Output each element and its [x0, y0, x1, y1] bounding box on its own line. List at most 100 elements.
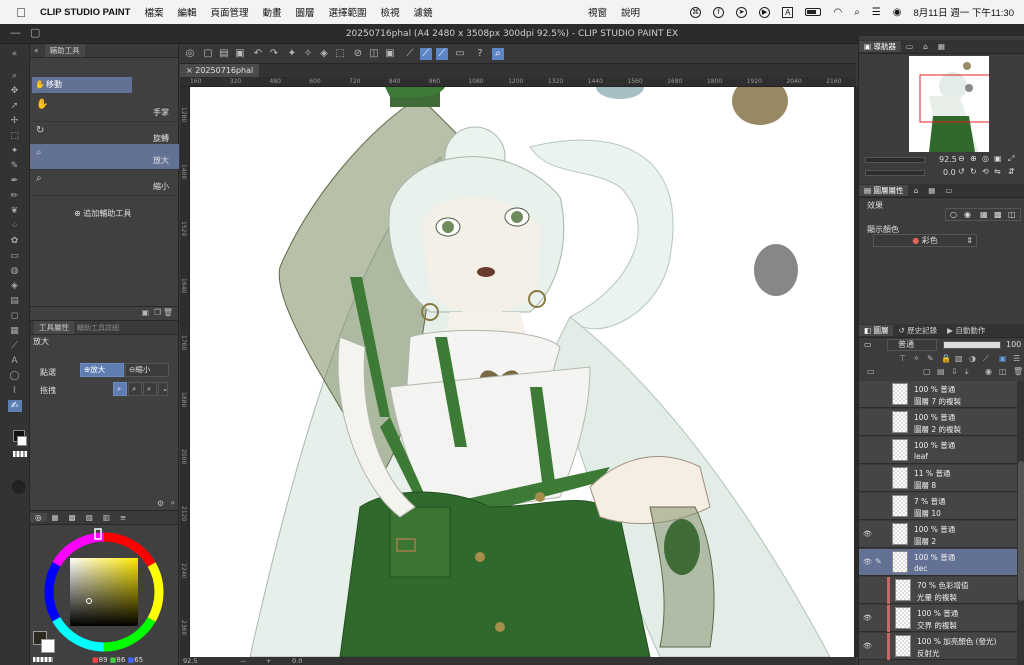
move-layer-tool-icon[interactable]: ✢ [8, 115, 22, 127]
layer-color-toggle-icon[interactable]: ▣ [999, 354, 1007, 363]
layer-row-selected[interactable]: 👁 ✎ 100 % 普通 dec [859, 549, 1017, 576]
collapse-icon[interactable]: « [34, 46, 39, 55]
menu-layer[interactable]: 圖層 [296, 5, 315, 19]
transparent-color-swatch[interactable] [13, 451, 27, 457]
tab-subtool-detail[interactable]: 輔助工具詳細 [77, 323, 119, 333]
active-tool-icon[interactable]: ✍ [7, 400, 22, 412]
navigator-angle-value[interactable]: 0.0 [943, 168, 956, 177]
tab-subtool[interactable]: 輔助工具 [44, 44, 85, 57]
status-angle[interactable]: 0.0 [292, 657, 302, 665]
deselect-icon[interactable]: ⊘ [352, 48, 364, 60]
color-wheel[interactable] [39, 527, 169, 657]
snap-ruler-icon[interactable]: ⟋ [404, 48, 416, 60]
history-color-tab-icon[interactable]: ▥ [98, 513, 115, 522]
auto-select-tool-icon[interactable]: ✦ [8, 145, 22, 157]
transfer-down-icon[interactable]: ⇩ [951, 367, 958, 376]
siri-icon[interactable]: ◉ [893, 7, 902, 18]
battery-icon[interactable] [805, 8, 822, 16]
opacity-slider[interactable] [943, 341, 1001, 349]
tab-history[interactable]: ↺ 歷史記錄 [893, 325, 942, 336]
rotate-slider[interactable] [865, 170, 925, 176]
save-icon[interactable]: ▣ [234, 48, 246, 60]
tool-property-zoom-icon[interactable]: ⌕ [171, 498, 175, 508]
visibility-eye-icon[interactable]: 👁 [863, 642, 872, 650]
subtool-group-move[interactable]: ✋ 移動 [32, 77, 132, 93]
figma-icon[interactable]: f [713, 6, 725, 18]
navigator-zoom-value[interactable]: 92.5 [939, 155, 957, 164]
new-raster-layer-icon[interactable]: ▭ [867, 367, 875, 376]
similar-color-tab-icon[interactable]: ▨ [81, 513, 98, 522]
layer-row[interactable]: 70 % 色彩增值 光暈 的複製 [859, 577, 1017, 604]
visibility-toggle[interactable] [863, 586, 871, 594]
ruler-show-icon[interactable]: ⟋ [983, 354, 989, 364]
snap-grid-icon[interactable]: ⟋ [436, 48, 448, 60]
tab-layer-property[interactable]: ▤ 圖層屬性 [859, 185, 909, 196]
color-set-tab-icon[interactable]: ▦ [47, 513, 64, 522]
material-tab-icon[interactable]: ▦ [933, 42, 950, 51]
subtool-item-zoom-in[interactable]: ⌕ 放大 [30, 144, 179, 170]
visibility-toggle[interactable] [863, 474, 871, 482]
airbrush-tool-icon[interactable]: ⁘ [8, 220, 22, 232]
click-zoom-in-button[interactable]: ⊕放大 [80, 363, 124, 377]
new-file-icon[interactable]: ▢ [202, 48, 214, 60]
visibility-eye-icon[interactable]: 👁 [863, 530, 872, 538]
search-tool-icon[interactable]: ⌕ [492, 48, 504, 60]
visibility-toggle[interactable] [863, 446, 871, 454]
sub-color-chip[interactable] [41, 639, 55, 653]
clear-icon[interactable]: ✦ [286, 48, 298, 60]
new-folder-icon[interactable]: ▤ [937, 367, 945, 376]
figure-tool-icon[interactable]: ◻ [8, 310, 22, 322]
menubar-status-icon[interactable]: ⌘ [690, 6, 702, 18]
actual-size-nav-icon[interactable]: ▣ [994, 154, 1002, 163]
blend-mode-select[interactable]: 普通 [887, 339, 937, 351]
rotate-left-nav-icon[interactable]: ↺ [958, 167, 965, 176]
animation-cell-tab-icon[interactable]: ▦ [923, 186, 940, 195]
eraser-tool-icon[interactable]: ▭ [8, 250, 22, 262]
rotate-right-nav-icon[interactable]: ↻ [970, 167, 977, 176]
transparent-chip[interactable] [33, 657, 53, 662]
frame-tool-icon[interactable]: ▦ [8, 325, 22, 337]
visibility-toggle[interactable] [863, 502, 871, 510]
input-source-icon[interactable]: A [782, 6, 794, 18]
click-zoom-out-button[interactable]: ⊖縮小 [125, 363, 169, 377]
reset-rotate-nav-icon[interactable]: ⟲ [982, 167, 989, 176]
zoom-slider[interactable] [865, 157, 925, 163]
menu-view[interactable]: 檢視 [381, 5, 400, 19]
menu-selection[interactable]: 選擇範圍 [329, 5, 367, 19]
snap-special-ruler-icon[interactable]: ⟋ [420, 48, 432, 60]
layer-scroll-thumb[interactable] [1018, 461, 1024, 601]
send-icon[interactable]: ➤ [736, 6, 748, 18]
zoom-out-nav-icon[interactable]: ⊖ [958, 154, 965, 163]
delete-layer-icon[interactable]: 🗑 [1013, 367, 1023, 376]
close-tab-icon[interactable]: × [186, 66, 193, 75]
fill-icon[interactable]: ◈ [318, 48, 330, 60]
zoom-out-button-icon[interactable]: — [240, 657, 247, 665]
search-icon[interactable]: ⌕ [854, 7, 860, 18]
layer-search-tab-icon[interactable]: ⌂ [908, 186, 923, 195]
app-name[interactable]: CLIP STUDIO PAINT [40, 7, 130, 18]
duplicate-subtool-icon[interactable]: ❐ [154, 308, 161, 317]
menu-edit[interactable]: 編輯 [177, 5, 196, 19]
tone-effect-icon[interactable]: ▦ [980, 210, 988, 219]
clear-outside-icon[interactable]: ✧ [302, 48, 314, 60]
subtool-settings-icon[interactable]: ▣ [141, 308, 149, 317]
apply-mask-icon[interactable]: ◫ [999, 367, 1007, 376]
apple-icon[interactable]:  [10, 5, 32, 20]
color-wheel-tab-icon[interactable]: ◎ [30, 513, 47, 522]
undo-icon[interactable]: ↶ [252, 48, 264, 60]
item-bank-tab-icon[interactable]: ⌂ [918, 42, 933, 51]
invert-selection-icon[interactable]: ◫ [368, 48, 380, 60]
subtool-item-hand[interactable]: ✋ 手掌 [30, 96, 179, 122]
layer-row[interactable]: 👁 100 % 普通 交界 的複製 [859, 605, 1017, 632]
sub-view-tab-icon[interactable]: ▭ [901, 42, 918, 51]
clip-studio-icon[interactable]: ◎ [184, 48, 196, 60]
layer-scrollbar[interactable] [1017, 381, 1024, 665]
line-correction-tool-icon[interactable]: ⌇ [8, 385, 22, 397]
fit-window-nav-icon[interactable]: ⤢ [1008, 154, 1014, 164]
layer-row[interactable]: 100 % 普通 圖層 2 的複製 [859, 409, 1017, 436]
layer-row[interactable]: 100 % 普通 leaf [859, 437, 1017, 464]
tab-layer[interactable]: ◧ 圖層 [859, 325, 894, 336]
pen-tool-icon[interactable]: ✒ [8, 175, 22, 187]
fill-tool-icon[interactable]: ◈ [8, 280, 22, 292]
lock-layer-icon[interactable]: 🔒 [941, 354, 951, 363]
